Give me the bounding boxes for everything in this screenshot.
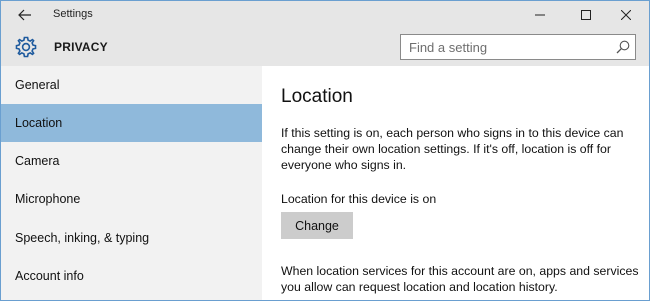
sidebar-item-account-info[interactable]: Account info <box>1 257 262 295</box>
search-icon[interactable] <box>615 39 631 55</box>
sidebar-item-general[interactable]: General <box>1 66 262 104</box>
section-title: Location <box>281 86 353 107</box>
location-intro-text: If this setting is on, each person who s… <box>281 126 624 172</box>
minimize-icon <box>535 14 545 16</box>
sidebar-item-camera[interactable]: Camera <box>1 142 262 180</box>
close-button[interactable] <box>603 1 649 29</box>
search-box[interactable] <box>400 34 636 60</box>
maximize-icon <box>581 10 591 20</box>
sidebar-item-location[interactable]: Location <box>1 104 262 142</box>
device-location-status: Location for this device is on <box>281 192 437 206</box>
minimize-button[interactable] <box>517 1 563 29</box>
location-services-text: When location services for this account … <box>281 264 639 294</box>
page-title: PRIVACY <box>54 40 108 54</box>
window-title: Settings <box>53 8 93 20</box>
sidebar-item-speech-inking-typing[interactable]: Speech, inking, & typing <box>1 219 262 257</box>
search-input[interactable] <box>401 35 611 59</box>
gear-icon <box>15 36 37 58</box>
settings-header: PRIVACY <box>1 29 649 66</box>
sidebar-item-microphone[interactable]: Microphone <box>1 180 262 218</box>
close-icon <box>621 10 631 20</box>
change-button[interactable]: Change <box>281 212 353 239</box>
title-bar: Settings <box>1 1 649 29</box>
main-content: Location If this setting is on, each per… <box>262 66 649 300</box>
back-button[interactable] <box>9 3 41 27</box>
sidebar-nav: General Location Camera Microphone Speec… <box>1 66 262 300</box>
back-arrow-icon <box>18 9 31 21</box>
settings-window: Settings PRIVACY Find a setting General … <box>0 0 650 301</box>
